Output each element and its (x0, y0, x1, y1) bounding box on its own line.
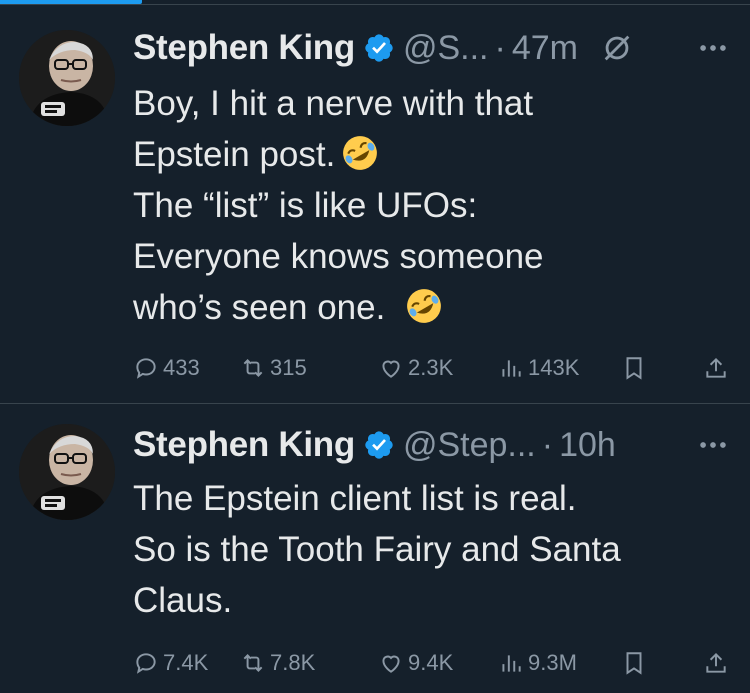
like-count: 9.4K (408, 650, 454, 675)
like-icon (382, 360, 400, 378)
views-button[interactable]: 9.3M (498, 645, 577, 681)
tweet-header: Stephen King @Step... · 10h (133, 420, 730, 470)
views-button[interactable]: 143K (498, 350, 579, 386)
bookmark-icon (626, 652, 642, 675)
tweet[interactable]: Stephen King @S... · 47m Boy, I hit a ne… (0, 5, 750, 403)
like-count: 2.3K (408, 355, 454, 380)
share-button[interactable] (703, 350, 729, 386)
more-icon[interactable] (696, 31, 730, 65)
verified-badge-icon[interactable] (363, 32, 395, 64)
author-name[interactable]: Stephen King (133, 28, 355, 68)
more-icon[interactable] (696, 428, 730, 462)
reply-button[interactable]: 7.4K (133, 645, 208, 681)
action-bar: 433 315 2.3K 143K (133, 350, 730, 386)
views-icon (502, 655, 521, 672)
rolling-on-floor-laughing-emoji (407, 289, 442, 323)
tweet-text-line: Claus. (133, 581, 233, 620)
tweet-header: Stephen King @S... · 47m (133, 23, 730, 73)
reply-count: 433 (163, 355, 200, 380)
author-handle[interactable]: @S... (403, 29, 489, 68)
tweet-text: Boy, I hit a nerve with that Epstein pos… (133, 78, 710, 333)
tweet-text: The Epstein client list is real. So is t… (133, 473, 710, 626)
bookmark-button[interactable] (621, 350, 647, 386)
like-button[interactable]: 2.3K (378, 350, 453, 386)
repost-icon (243, 359, 263, 377)
tweet-text-line-with-emoji: Epstein post. (133, 129, 710, 180)
action-bar: 7.4K 7.8K 9.4K 9.3M (133, 645, 730, 681)
views-count: 143K (528, 355, 580, 380)
verified-badge-icon[interactable] (363, 429, 395, 461)
tweet-text-line: Everyone knows someone (133, 237, 544, 276)
like-button[interactable]: 9.4K (378, 645, 453, 681)
repost-button[interactable]: 315 (240, 350, 307, 386)
avatar-image (19, 30, 115, 126)
tweet-text-line: So is the Tooth Fairy and Santa (133, 530, 621, 569)
repost-button[interactable]: 7.8K (240, 645, 315, 681)
repost-icon (243, 654, 263, 672)
separator-dot: · (541, 425, 554, 464)
reply-count: 7.4K (163, 650, 209, 675)
avatar-image (19, 424, 115, 520)
tweet-text-line: The Epstein client list is real. (133, 479, 577, 518)
tweet-text-line: who’s seen one. (133, 288, 386, 327)
avatar[interactable] (19, 30, 115, 126)
tweet-text-line-with-emoji: who’s seen one. (133, 282, 710, 333)
timestamp[interactable]: 10h (559, 426, 616, 465)
reply-icon (136, 358, 156, 379)
repost-count: 7.8K (270, 650, 316, 675)
bookmark-icon (626, 357, 642, 380)
share-button[interactable] (703, 645, 729, 681)
tweet-text-line: Boy, I hit a nerve with that (133, 84, 534, 123)
share-icon (706, 652, 726, 673)
separator-dot: · (494, 28, 506, 67)
like-icon (382, 655, 400, 673)
views-icon (502, 360, 521, 377)
tweet-text-line: The “list” is like UFOs: (133, 186, 478, 225)
reply-icon (136, 653, 156, 674)
author-name[interactable]: Stephen King (133, 425, 355, 465)
reply-button[interactable]: 433 (133, 350, 200, 386)
views-count: 9.3M (528, 650, 577, 675)
bookmark-button[interactable] (621, 645, 647, 681)
tweet[interactable]: Stephen King @Step... · 10h The Epstein … (0, 404, 750, 693)
timestamp[interactable]: 47m (512, 29, 578, 68)
repost-count: 315 (270, 355, 307, 380)
avatar[interactable] (19, 424, 115, 520)
author-handle[interactable]: @Step... (403, 426, 536, 465)
grok-icon[interactable] (600, 31, 634, 65)
share-icon (706, 357, 726, 378)
tweet-text-line: Epstein post. (133, 135, 336, 174)
rolling-on-floor-laughing-emoji (343, 136, 378, 170)
